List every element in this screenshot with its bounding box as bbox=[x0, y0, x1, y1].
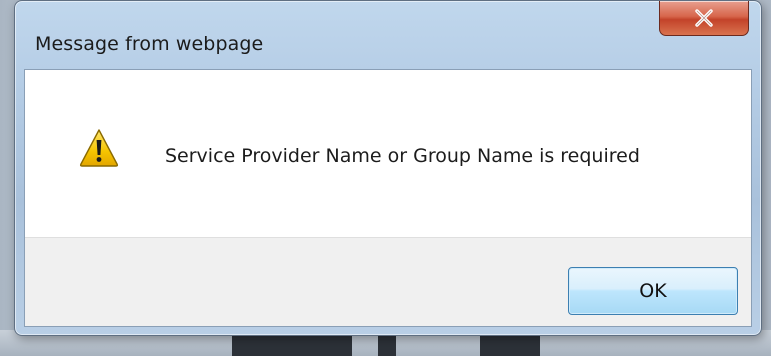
dialog-titlebar[interactable]: Message from webpage bbox=[15, 1, 761, 69]
dialog-client-area: Service Provider Name or Group Name is r… bbox=[24, 69, 752, 327]
ok-button[interactable]: OK bbox=[568, 267, 738, 315]
button-area: OK bbox=[25, 237, 751, 326]
dialog-title: Message from webpage bbox=[35, 33, 264, 55]
message-dialog: Message from webpage Service Provider Na… bbox=[14, 0, 762, 336]
close-button[interactable] bbox=[659, 1, 749, 36]
background-block bbox=[480, 336, 540, 356]
warning-icon bbox=[79, 129, 119, 167]
background-block bbox=[232, 336, 352, 356]
message-text: Service Provider Name or Group Name is r… bbox=[165, 145, 640, 167]
background-block bbox=[378, 336, 396, 356]
close-icon bbox=[695, 9, 713, 27]
message-area: Service Provider Name or Group Name is r… bbox=[25, 70, 751, 237]
